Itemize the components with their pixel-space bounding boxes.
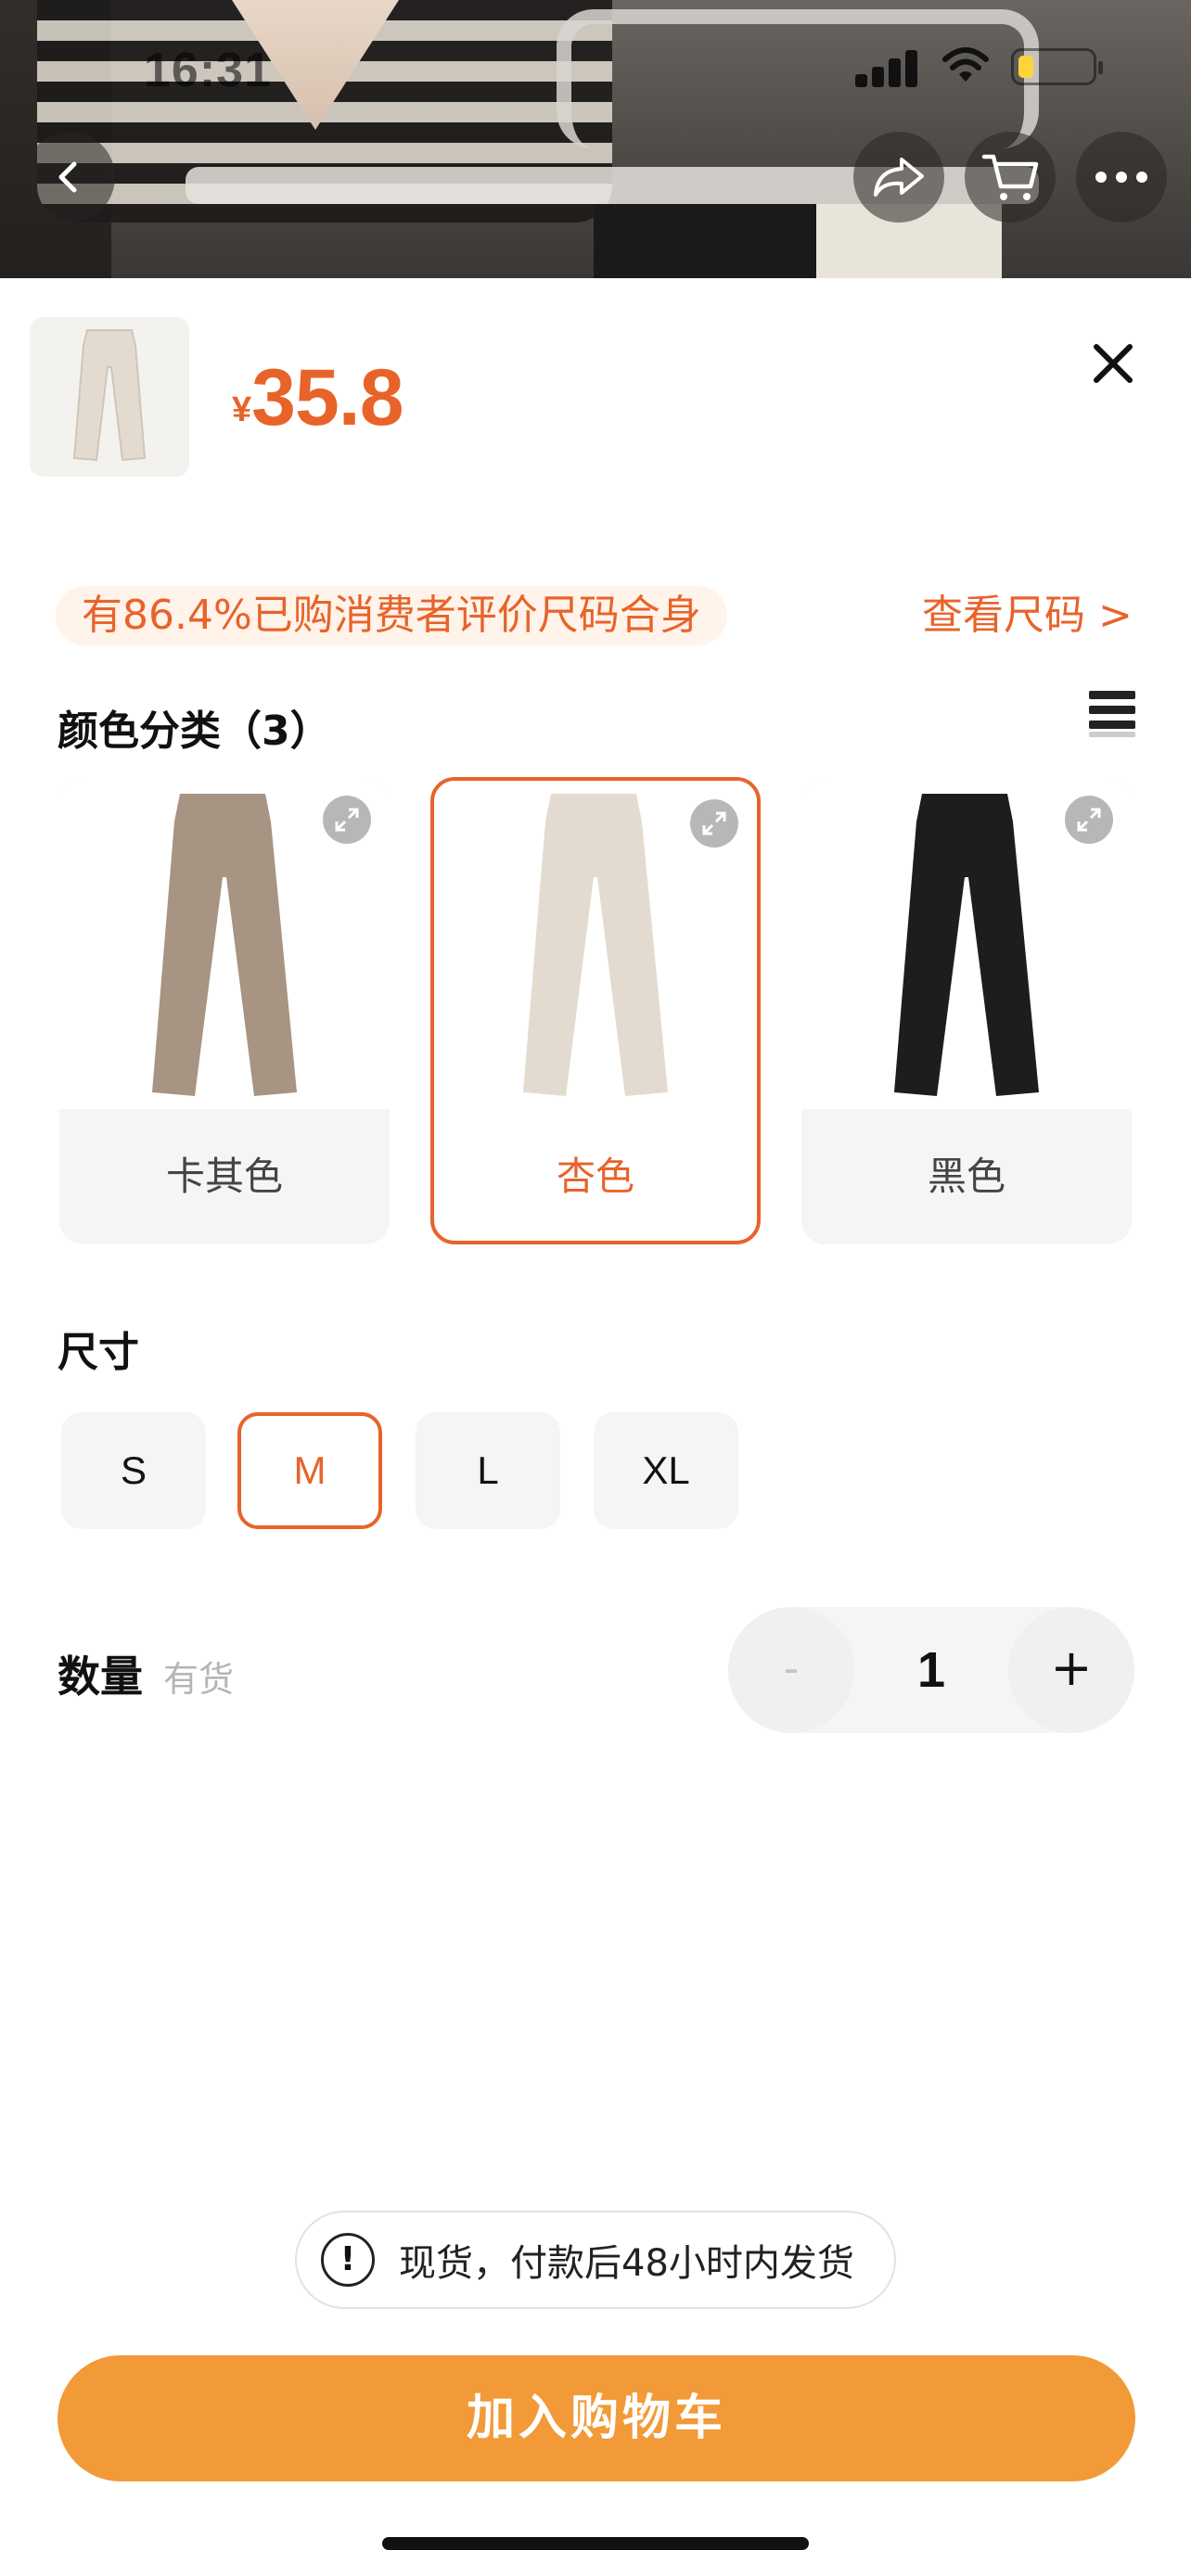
color-option-apricot[interactable]: 杏色 [430, 777, 761, 1244]
pants-thumbnail-image [72, 329, 147, 462]
cart-icon [981, 154, 1039, 200]
quantity-decrease-button[interactable]: - [728, 1607, 854, 1733]
quantity-label: 数量 [58, 1651, 143, 1702]
list-view-icon[interactable] [1089, 691, 1135, 737]
quantity-stepper: - 1 + [728, 1607, 1134, 1733]
expand-icon[interactable] [323, 796, 371, 844]
exclamation-icon: ! [321, 2233, 375, 2287]
size-section-title: 尺寸 [58, 1329, 139, 1376]
product-thumbnail[interactable] [30, 317, 189, 477]
expand-icon[interactable] [1065, 796, 1113, 844]
more-dots-icon [1095, 172, 1147, 183]
size-option-xl[interactable]: XL [594, 1412, 738, 1529]
home-indicator [382, 2537, 809, 2550]
size-option-l[interactable]: L [416, 1412, 560, 1529]
stock-status: 有货 [163, 1659, 235, 1700]
wifi-icon [942, 47, 989, 82]
size-option-m[interactable]: M [237, 1412, 382, 1529]
size-fit-note: 有86.4%已购消费者评价尺码合身 [56, 586, 727, 645]
color-section-title: 颜色分类（3） [58, 708, 331, 755]
cellular-signal-icon [855, 46, 920, 87]
size-chart-link[interactable]: 查看尺码 > [922, 586, 1133, 645]
share-button[interactable] [853, 132, 944, 223]
price: ¥35.8 [232, 352, 404, 444]
chevron-left-icon [58, 161, 77, 193]
price-value: 35.8 [251, 353, 403, 442]
back-button[interactable] [24, 132, 115, 223]
close-icon[interactable] [1085, 336, 1141, 391]
shipping-notice-text: 现货，付款后48小时内发货 [399, 2242, 854, 2285]
add-to-cart-button[interactable]: 加入购物车 [58, 2355, 1135, 2481]
color-option-black[interactable]: 黑色 [801, 777, 1132, 1244]
photo-dark-pants [594, 204, 816, 278]
cart-button[interactable] [965, 132, 1056, 223]
quantity-value[interactable]: 1 [854, 1607, 1008, 1733]
color-option-label: 杏色 [556, 1154, 634, 1199]
color-option-khaki[interactable]: 卡其色 [59, 777, 390, 1244]
size-option-s[interactable]: S [61, 1412, 206, 1529]
shipping-notice: ! 现货，付款后48小时内发货 [295, 2211, 896, 2309]
expand-icon[interactable] [690, 799, 738, 848]
status-time: 16:31 [144, 44, 272, 97]
status-bar: 16:31 [0, 37, 1191, 102]
battery-icon [1011, 48, 1103, 85]
share-icon [874, 158, 924, 197]
price-currency: ¥ [232, 390, 252, 429]
more-button[interactable] [1076, 132, 1167, 223]
color-option-label: 黑色 [927, 1154, 1005, 1199]
color-option-label: 卡其色 [165, 1154, 283, 1199]
quantity-increase-button[interactable]: + [1008, 1607, 1134, 1733]
